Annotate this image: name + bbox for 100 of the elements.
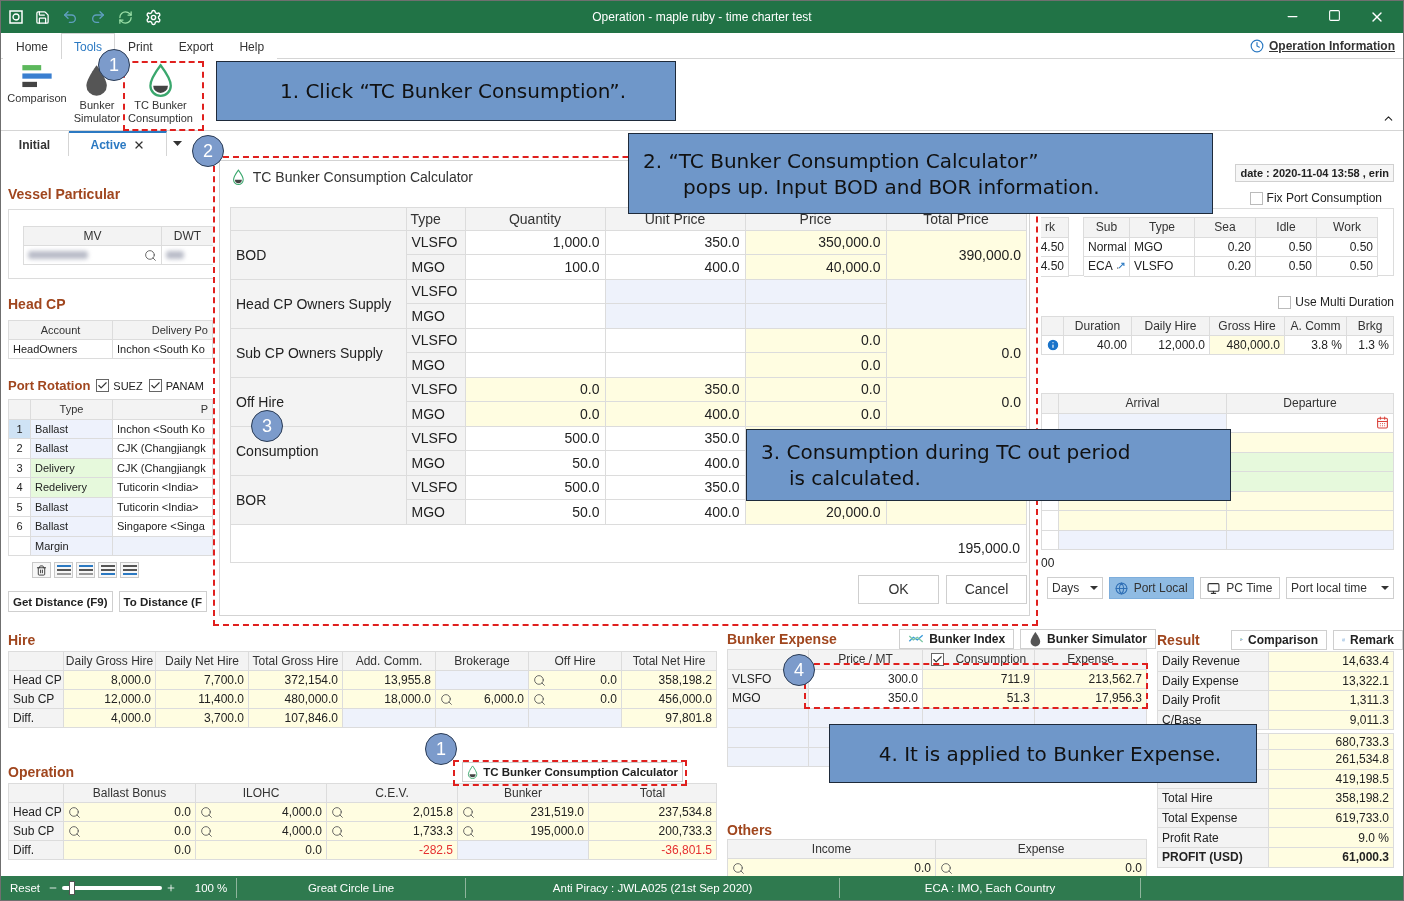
section-title: Operation — [8, 763, 75, 781]
column-header: Off Hire — [529, 652, 622, 671]
callout-text: 2. “TC Bunker Consumption Calculator” — [643, 147, 1039, 174]
column-header: DWT — [162, 227, 213, 246]
table-cell: 0.0 — [745, 377, 886, 402]
status-text: Great Circle Line — [306, 882, 396, 894]
column-header: A. Comm — [1285, 317, 1347, 336]
table-cell: 50.0 — [465, 499, 605, 524]
row-header: Total Expense — [1158, 808, 1269, 829]
table-cell: 107,846.0 — [249, 709, 343, 728]
table-cell: 50.0 — [465, 450, 605, 475]
checkbox-label: PANAM — [165, 379, 204, 392]
column-header: MV — [24, 227, 162, 246]
status-text: Anti Piracy : JWLA025 (21st Sep 2020) — [551, 882, 754, 894]
table-cell: 0.20 — [1195, 237, 1256, 257]
table-cell: Normal — [1084, 237, 1130, 257]
column-header: Sub — [1084, 218, 1130, 238]
column-header: Duration — [1064, 317, 1132, 336]
row-number: 4 — [9, 478, 31, 498]
table-cell: 358,198.2 — [1269, 789, 1394, 809]
column-header: Idle — [1256, 218, 1317, 238]
cell-value: 0.0 — [174, 824, 191, 838]
row-header: Head CP Owners Supply — [231, 279, 406, 328]
callout-text: 4. It is applied to Bunker Expense. — [878, 740, 1222, 767]
column-header: rk — [1041, 218, 1069, 238]
callout-text: pops up. Input BOD and BOR information. — [682, 173, 1100, 200]
cell-value: 0.0 — [174, 805, 191, 819]
table-cell: 237,534.8 — [589, 803, 717, 822]
table-cell: 358,198.2 — [622, 671, 717, 690]
column-header: Bunker — [458, 784, 589, 803]
row-number: 3 — [9, 458, 31, 478]
row-header: PROFIT (USD) — [1158, 847, 1269, 868]
row-header: Head CP — [9, 803, 64, 822]
row-header: Head CP — [9, 671, 64, 690]
table-cell: 9.0 % — [1269, 828, 1394, 848]
table-cell: 0.0 — [745, 352, 886, 377]
table-cell: 17,956.3 — [1035, 689, 1147, 709]
table-cell: 350.0 — [605, 426, 745, 451]
update-info: date : 2020-11-04 13:58 , erin — [1235, 164, 1394, 182]
link-text: Operation Information — [1269, 38, 1395, 53]
column-header: Daily Gross Hire — [64, 652, 156, 671]
table-cell: 350.0 — [605, 230, 745, 255]
table-cell: -282.5 — [327, 841, 458, 860]
table-cell: 619,733.0 — [1269, 808, 1394, 829]
section-title: Bunker Expense — [727, 630, 838, 648]
checkbox-label: Use Multi Duration — [1295, 295, 1394, 309]
section-title: Head CP — [8, 296, 67, 313]
table-cell: 0.0 — [465, 377, 605, 402]
table-cell: 0.0 — [886, 377, 1026, 426]
column-header: Arrival — [1059, 394, 1227, 414]
table-cell: 13,955.8 — [343, 671, 436, 690]
table-cell: 390,000.0 — [886, 230, 1026, 279]
table-cell: 11,400.0 — [156, 690, 249, 709]
row-number: 2 — [9, 439, 31, 459]
table-cell: 1.3 % — [1347, 336, 1394, 355]
table-cell: 0.0 — [465, 401, 605, 426]
column-header: Type — [31, 400, 113, 420]
table-cell: 0.50 — [1256, 257, 1317, 277]
column-header: Income — [728, 840, 936, 859]
section-title: Vessel Particular — [8, 186, 122, 203]
row-number: 1 — [9, 419, 31, 439]
callout-text: 1. Click “TC Bunker Consumption”. — [279, 78, 627, 104]
column-header: Account — [9, 321, 113, 340]
row-header: Diff. — [9, 841, 64, 860]
table-cell: 0.20 — [1195, 257, 1256, 277]
table-cell: -36,801.5 — [589, 841, 717, 860]
status-text: ECA : IMO, Each Country — [923, 882, 1057, 894]
column-header: Expense — [1035, 650, 1147, 670]
table-cell: 0.50 — [1317, 257, 1378, 277]
table-cell: 0.0 — [745, 328, 886, 353]
table-cell: 9,011.3 — [1269, 710, 1394, 731]
table-cell: 4,000.0 — [64, 709, 156, 728]
table-cell: MGO — [1130, 237, 1195, 257]
table-cell: 40,000.0 — [745, 254, 886, 279]
column-header: Total — [589, 784, 717, 803]
column-header: ILOHC — [196, 784, 327, 803]
column-header: Add. Comm. — [343, 652, 436, 671]
row-number: 6 — [9, 517, 31, 537]
table-cell: 350,000.0 — [745, 230, 886, 255]
table-cell: 1,000.0 — [465, 230, 605, 255]
cell-value: 231,519.0 — [530, 805, 584, 819]
dialog-title: TC Bunker Consumption Calculator — [252, 169, 473, 185]
row-header: BOD — [231, 230, 406, 279]
window-title: Operation - maple ruby - time charter test — [592, 10, 812, 24]
column-header: Sea — [1195, 218, 1256, 238]
column-header: Departure — [1227, 394, 1394, 414]
partial-value: 00 — [1041, 556, 1056, 571]
column-header: Brokerage — [436, 652, 529, 671]
column-header: Total Net Hire — [622, 652, 717, 671]
table-cell: 213,562.7 — [1035, 669, 1147, 689]
checkbox-label: Fix Port Consumption — [1266, 191, 1382, 205]
table-cell: 40.00 — [1064, 336, 1132, 355]
table-cell: 680,733.3 — [1269, 733, 1394, 750]
column-header: Price / MT — [809, 650, 923, 670]
row-header: Daily Revenue — [1158, 652, 1269, 672]
table-cell: 500.0 — [465, 475, 605, 500]
callout-text: 3. Consumption during TC out period — [761, 439, 1131, 465]
column-header: Delivery Po — [113, 321, 213, 340]
table-cell: 372,154.0 — [249, 671, 343, 690]
table-cell: 350.0 — [809, 689, 923, 709]
